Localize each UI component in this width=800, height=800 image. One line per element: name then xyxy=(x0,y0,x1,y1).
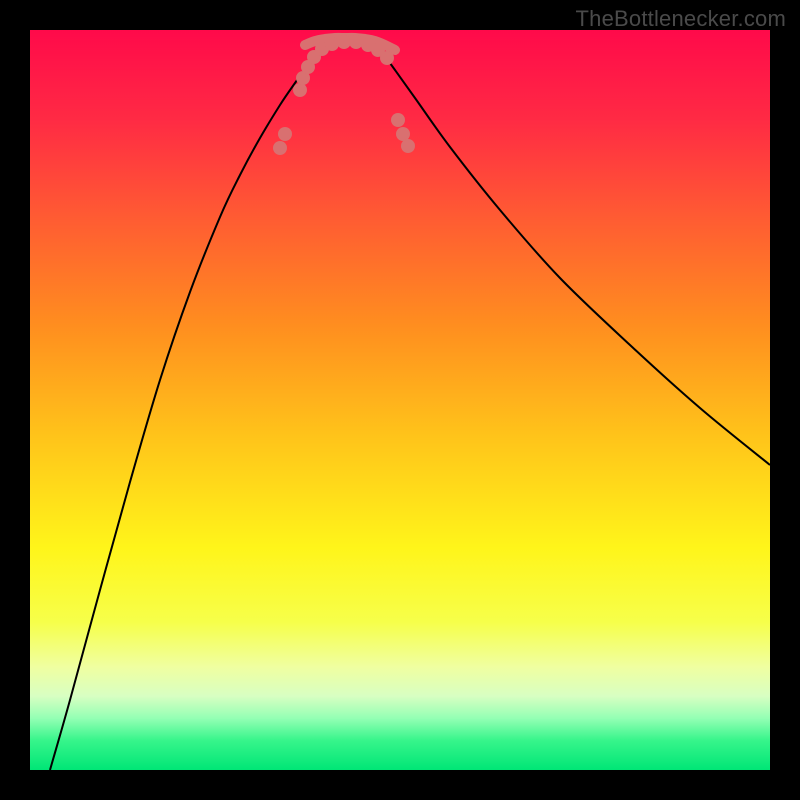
watermark-text: TheBottlenecker.com xyxy=(576,6,786,32)
curve-layer xyxy=(30,30,770,770)
marker-dot xyxy=(278,127,292,141)
chart-frame: TheBottlenecker.com xyxy=(0,0,800,800)
marker-dot xyxy=(391,113,405,127)
marker-dot xyxy=(293,83,307,97)
right-curve xyxy=(375,43,770,465)
marker-dot xyxy=(337,35,351,49)
marker-dot xyxy=(380,51,394,65)
marker-dot xyxy=(273,141,287,155)
marker-dot xyxy=(349,35,363,49)
marker-dot xyxy=(325,37,339,51)
marker-dot xyxy=(401,139,415,153)
marker-dot xyxy=(396,127,410,141)
plot-area xyxy=(30,30,770,770)
